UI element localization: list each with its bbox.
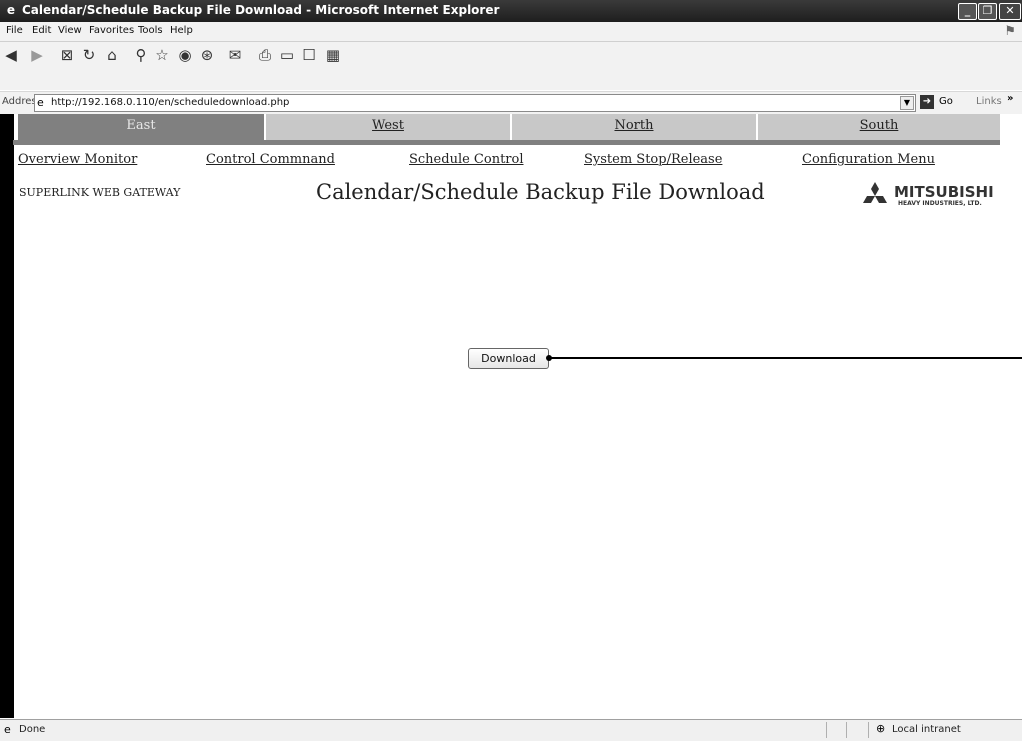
go-arrow-icon[interactable]: ➜	[920, 95, 934, 109]
print-icon[interactable]: ⎙	[256, 46, 274, 64]
edit-icon[interactable]: ▭	[278, 46, 296, 64]
page-done-icon: e	[4, 723, 11, 736]
menu-edit[interactable]: Edit	[32, 25, 51, 36]
address-bar: Address e http://192.168.0.110/en/schedu…	[0, 91, 1022, 115]
page-title: Calendar/Schedule Backup File Download	[316, 180, 765, 204]
stop-icon[interactable]: ⊠	[58, 46, 76, 64]
title-bar: e Calendar/Schedule Backup File Download…	[0, 0, 1022, 23]
nav-schedule-control[interactable]: Schedule Control	[409, 152, 524, 167]
nav-overview-monitor[interactable]: Overview Monitor	[18, 152, 137, 167]
links-button[interactable]: Links	[976, 96, 1002, 107]
mitsubishi-logo: MITSUBISHI HEAVY INDUSTRIES, LTD.	[860, 180, 1020, 210]
status-text: Done	[19, 724, 46, 735]
zone-tab-strip	[13, 140, 1000, 145]
logo-text: MITSUBISHI	[894, 183, 994, 201]
nav-control-command[interactable]: Control Commnand	[206, 152, 335, 167]
logo-subtext: HEAVY INDUSTRIES, LTD.	[898, 200, 982, 207]
ie-icon: e	[6, 3, 16, 17]
forward-icon[interactable]: ▶	[28, 46, 46, 64]
menu-view[interactable]: View	[58, 25, 82, 36]
tab-east[interactable]: East	[18, 114, 264, 140]
tab-west[interactable]: West	[266, 114, 510, 140]
menu-favorites[interactable]: Favorites	[89, 25, 134, 36]
download-button[interactable]: Download	[468, 348, 549, 369]
mail-icon[interactable]: ✉	[226, 46, 244, 64]
more-links-icon[interactable]: »	[1007, 93, 1013, 104]
tab-north[interactable]: North	[512, 114, 756, 140]
favorites-icon[interactable]: ☆	[153, 46, 171, 64]
window-title: Calendar/Schedule Backup File Download -…	[22, 3, 500, 17]
menu-help[interactable]: Help	[170, 25, 193, 36]
history-icon[interactable]: ⊛	[198, 46, 216, 64]
messenger-icon[interactable]: ▦	[324, 46, 342, 64]
left-frame-border	[0, 114, 13, 718]
brand-label: SUPERLINK WEB GATEWAY	[19, 186, 181, 199]
three-diamonds-icon	[863, 182, 887, 203]
address-input[interactable]: e http://192.168.0.110/en/scheduledownlo…	[34, 94, 916, 112]
home-icon[interactable]: ⌂	[103, 46, 121, 64]
callout-line	[550, 357, 1022, 359]
page-icon: e	[37, 96, 44, 109]
go-button[interactable]: Go	[939, 96, 953, 107]
restore-icon[interactable]: ❐	[978, 3, 997, 20]
status-bar: e Done ⊕ Local intranet	[0, 719, 1022, 741]
intranet-icon: ⊕	[876, 722, 886, 735]
search-icon[interactable]: ⚲	[132, 46, 150, 64]
windows-flag-icon: ⚑	[1004, 24, 1016, 39]
menu-file[interactable]: File	[6, 25, 23, 36]
toolbar: ◀ ▶ ⊠ ↻ ⌂ ⚲ ☆ ◉ ⊛ ✉ ⎙ ▭ ☐ ▦	[0, 42, 1022, 90]
media-icon[interactable]: ◉	[176, 46, 194, 64]
close-icon[interactable]: ✕	[999, 3, 1021, 20]
nav-configuration-menu[interactable]: Configuration Menu	[802, 152, 935, 167]
nav-system-stop-release[interactable]: System Stop/Release	[584, 152, 722, 167]
zone-text: Local intranet	[892, 724, 961, 735]
minimize-icon[interactable]: _	[958, 3, 977, 20]
address-url: http://192.168.0.110/en/scheduledownload…	[51, 97, 290, 108]
menu-tools[interactable]: Tools	[138, 25, 163, 36]
chevron-down-icon[interactable]: ▼	[900, 96, 914, 110]
callout-dot	[546, 355, 552, 361]
back-icon[interactable]: ◀	[2, 46, 20, 64]
menu-bar: File Edit View Favorites Tools Help ⚑	[0, 22, 1022, 42]
discuss-icon[interactable]: ☐	[300, 46, 318, 64]
refresh-icon[interactable]: ↻	[80, 46, 98, 64]
tab-south[interactable]: South	[758, 114, 1000, 140]
